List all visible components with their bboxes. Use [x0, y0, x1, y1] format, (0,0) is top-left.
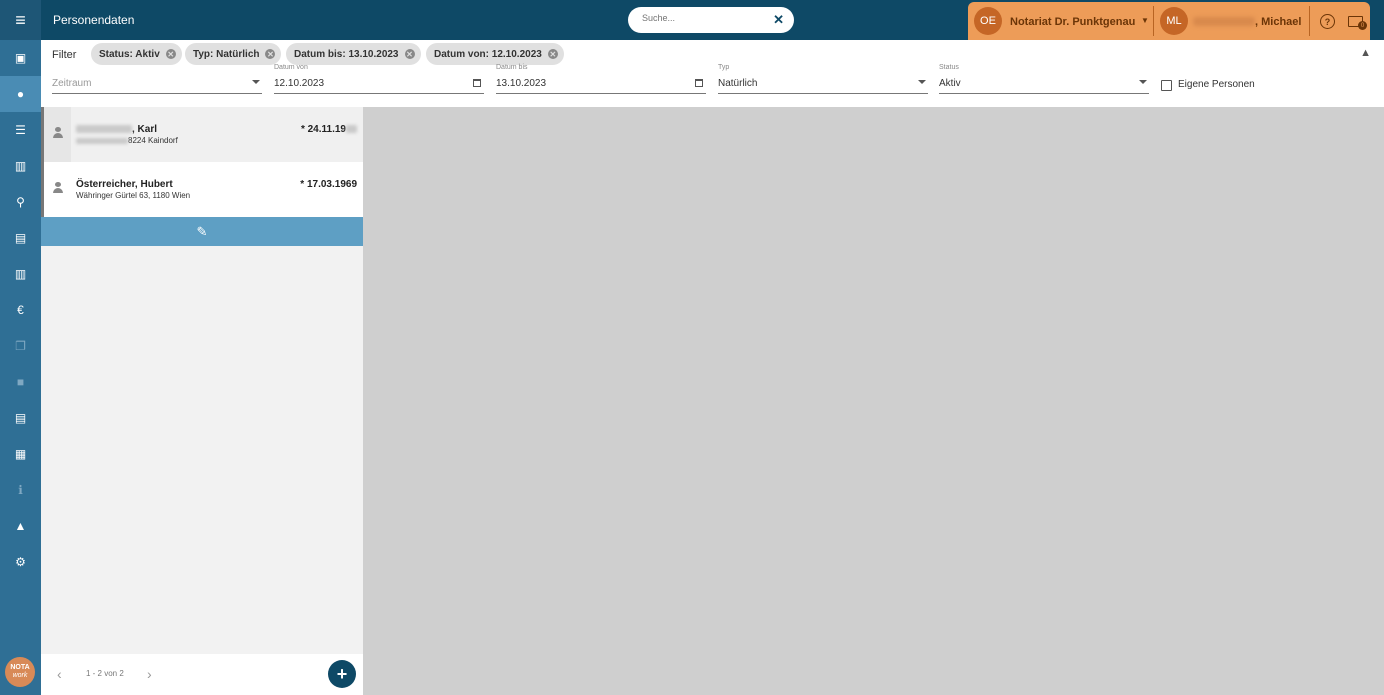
search-box[interactable]: ✕: [628, 7, 794, 33]
dropdown-caret-icon: [918, 80, 926, 84]
calendar-icon[interactable]: [473, 79, 481, 87]
list-item[interactable]: Österreicher, Hubert Währinger Gürtel 63…: [41, 162, 363, 217]
datum-von-field[interactable]: Datum von 12.10.2023: [274, 64, 484, 94]
detail-pane: [363, 107, 1384, 695]
help-icon[interactable]: ?: [1320, 14, 1335, 29]
filter-chip-datum-von[interactable]: Datum von: 12.10.2023 ✕: [426, 43, 564, 65]
logo-text: NOTA: [10, 664, 30, 671]
list-item[interactable]: , Karl 8224 Kaindorf * 24.11.19: [41, 107, 363, 162]
notawork-logo: NOTA work: [5, 657, 35, 687]
redacted-text: [346, 125, 357, 134]
mail-count-badge: 0: [1358, 21, 1367, 30]
field-value: Aktiv: [939, 78, 961, 89]
person-address: Währinger Gürtel 63, 1180 Wien: [76, 191, 191, 200]
chevron-right-icon[interactable]: ›: [147, 666, 152, 682]
field-label: Status: [939, 64, 959, 71]
filter-chip-datum-bis[interactable]: Datum bis: 13.10.2023 ✕: [286, 43, 421, 65]
datum-bis-field[interactable]: Datum bis 13.10.2023: [496, 64, 706, 94]
zeitraum-select[interactable]: Zeitraum: [52, 64, 262, 94]
calendar-icon[interactable]: [695, 79, 703, 87]
calendar-check-icon[interactable]: ▣: [0, 40, 41, 76]
field-value: Natürlich: [718, 78, 758, 89]
divider: [1309, 6, 1310, 36]
close-icon[interactable]: ✕: [773, 12, 784, 28]
org-selector[interactable]: Notariat Dr. Punktgenau: [1010, 16, 1135, 28]
divider: [1153, 6, 1154, 36]
add-person-button[interactable]: +: [328, 660, 356, 688]
person-name: , Karl: [76, 124, 157, 135]
person-icon: [53, 182, 63, 193]
app-header: Personendaten ✕ OE Notariat Dr. Punktgen…: [41, 0, 1384, 40]
field-label: Datum von: [274, 64, 308, 71]
sidebar: ≡ ▣ ● ☰ ▥ ⚲ ▤ ▥ € ❐ ■ ▤ ▦ ℹ ▲ ⚙ NOTA work: [0, 0, 41, 695]
logo-subtext: work: [12, 672, 28, 679]
eigene-personen-label[interactable]: Eigene Personen: [1178, 79, 1255, 90]
chip-label: Datum von: 12.10.2023: [434, 48, 542, 60]
person-name: Österreicher, Hubert: [76, 179, 173, 190]
close-icon[interactable]: ✕: [165, 49, 176, 59]
typ-select[interactable]: Typ Natürlich: [718, 64, 928, 94]
filter-chip-status[interactable]: Status: Aktiv ✕: [91, 43, 182, 65]
square-icon[interactable]: ■: [0, 364, 41, 400]
bank-icon[interactable]: ▥: [0, 256, 41, 292]
redacted-text: [76, 125, 132, 134]
chevron-up-icon[interactable]: ▲: [1360, 47, 1371, 59]
zeitraum-placeholder: Zeitraum: [52, 78, 92, 89]
chip-label: Datum bis: 13.10.2023: [294, 48, 399, 60]
field-value: 12.10.2023: [274, 78, 325, 89]
hamburger-menu-icon[interactable]: ≡: [0, 0, 41, 40]
status-select[interactable]: Status Aktiv: [939, 64, 1149, 94]
books-icon[interactable]: ▥: [0, 148, 41, 184]
field-value: 13.10.2023: [496, 78, 547, 89]
close-icon[interactable]: ✕: [547, 49, 558, 59]
user-name[interactable]: , Michael: [1255, 16, 1301, 28]
dropdown-caret-icon: [252, 80, 260, 84]
file-icon[interactable]: ▤: [0, 400, 41, 436]
person-address-text: 8224 Kaindorf: [128, 136, 178, 145]
chart-icon[interactable]: ▲: [0, 508, 41, 544]
field-label: Typ: [718, 64, 730, 71]
filter-label: Filter: [52, 49, 77, 61]
search-input[interactable]: [642, 13, 762, 23]
person-icon[interactable]: ●: [0, 76, 41, 112]
filter-bar: Filter Status: Aktiv ✕ Typ: Natürlich ✕ Da…: [41, 40, 1384, 107]
person-icon: [53, 127, 63, 138]
info-icon[interactable]: ℹ: [0, 472, 41, 508]
page-info: 1 - 2 von 2: [86, 669, 124, 678]
chip-label: Status: Aktiv: [99, 48, 160, 60]
edit-button[interactable]: ✎: [41, 217, 363, 246]
page-title: Personendaten: [53, 13, 135, 27]
pagination: ‹ 1 - 2 von 2 › +: [41, 654, 363, 695]
close-icon[interactable]: ✕: [265, 49, 276, 59]
euro-icon[interactable]: €: [0, 292, 41, 328]
chip-label: Typ: Natürlich: [193, 48, 260, 60]
list-icon[interactable]: ☰: [0, 112, 41, 148]
birthdate-text: * 24.11.19: [300, 124, 346, 135]
eigene-personen-checkbox[interactable]: [1161, 80, 1172, 91]
redacted-text: [1193, 17, 1255, 26]
filter-chip-typ[interactable]: Typ: Natürlich ✕: [185, 43, 282, 65]
org-avatar[interactable]: OE: [974, 7, 1002, 35]
newspaper-icon[interactable]: ▦: [0, 436, 41, 472]
person-name-text: , Karl: [132, 124, 158, 135]
person-list: , Karl 8224 Kaindorf * 24.11.19 Österrei…: [41, 107, 363, 695]
document-icon[interactable]: ▤: [0, 220, 41, 256]
user-avatar[interactable]: ML: [1160, 7, 1188, 35]
pencil-icon: ✎: [196, 223, 208, 239]
settings-icon[interactable]: ⚙: [0, 544, 41, 580]
field-label: Datum bis: [496, 64, 528, 71]
person-birthdate: * 17.03.1969: [300, 179, 357, 190]
person-birthdate: * 24.11.19: [301, 124, 357, 135]
dropdown-caret-icon: [1139, 80, 1147, 84]
seal-icon[interactable]: ⚲: [0, 184, 41, 220]
person-address: 8224 Kaindorf: [76, 136, 178, 145]
redacted-text: [76, 137, 128, 144]
user-area: OE Notariat Dr. Punktgenau ▼ ML , Michae…: [968, 2, 1370, 40]
copy-icon[interactable]: ❐: [0, 328, 41, 364]
chevron-left-icon[interactable]: ‹: [57, 666, 62, 682]
chevron-down-icon[interactable]: ▼: [1141, 16, 1149, 25]
close-icon[interactable]: ✕: [404, 49, 415, 59]
